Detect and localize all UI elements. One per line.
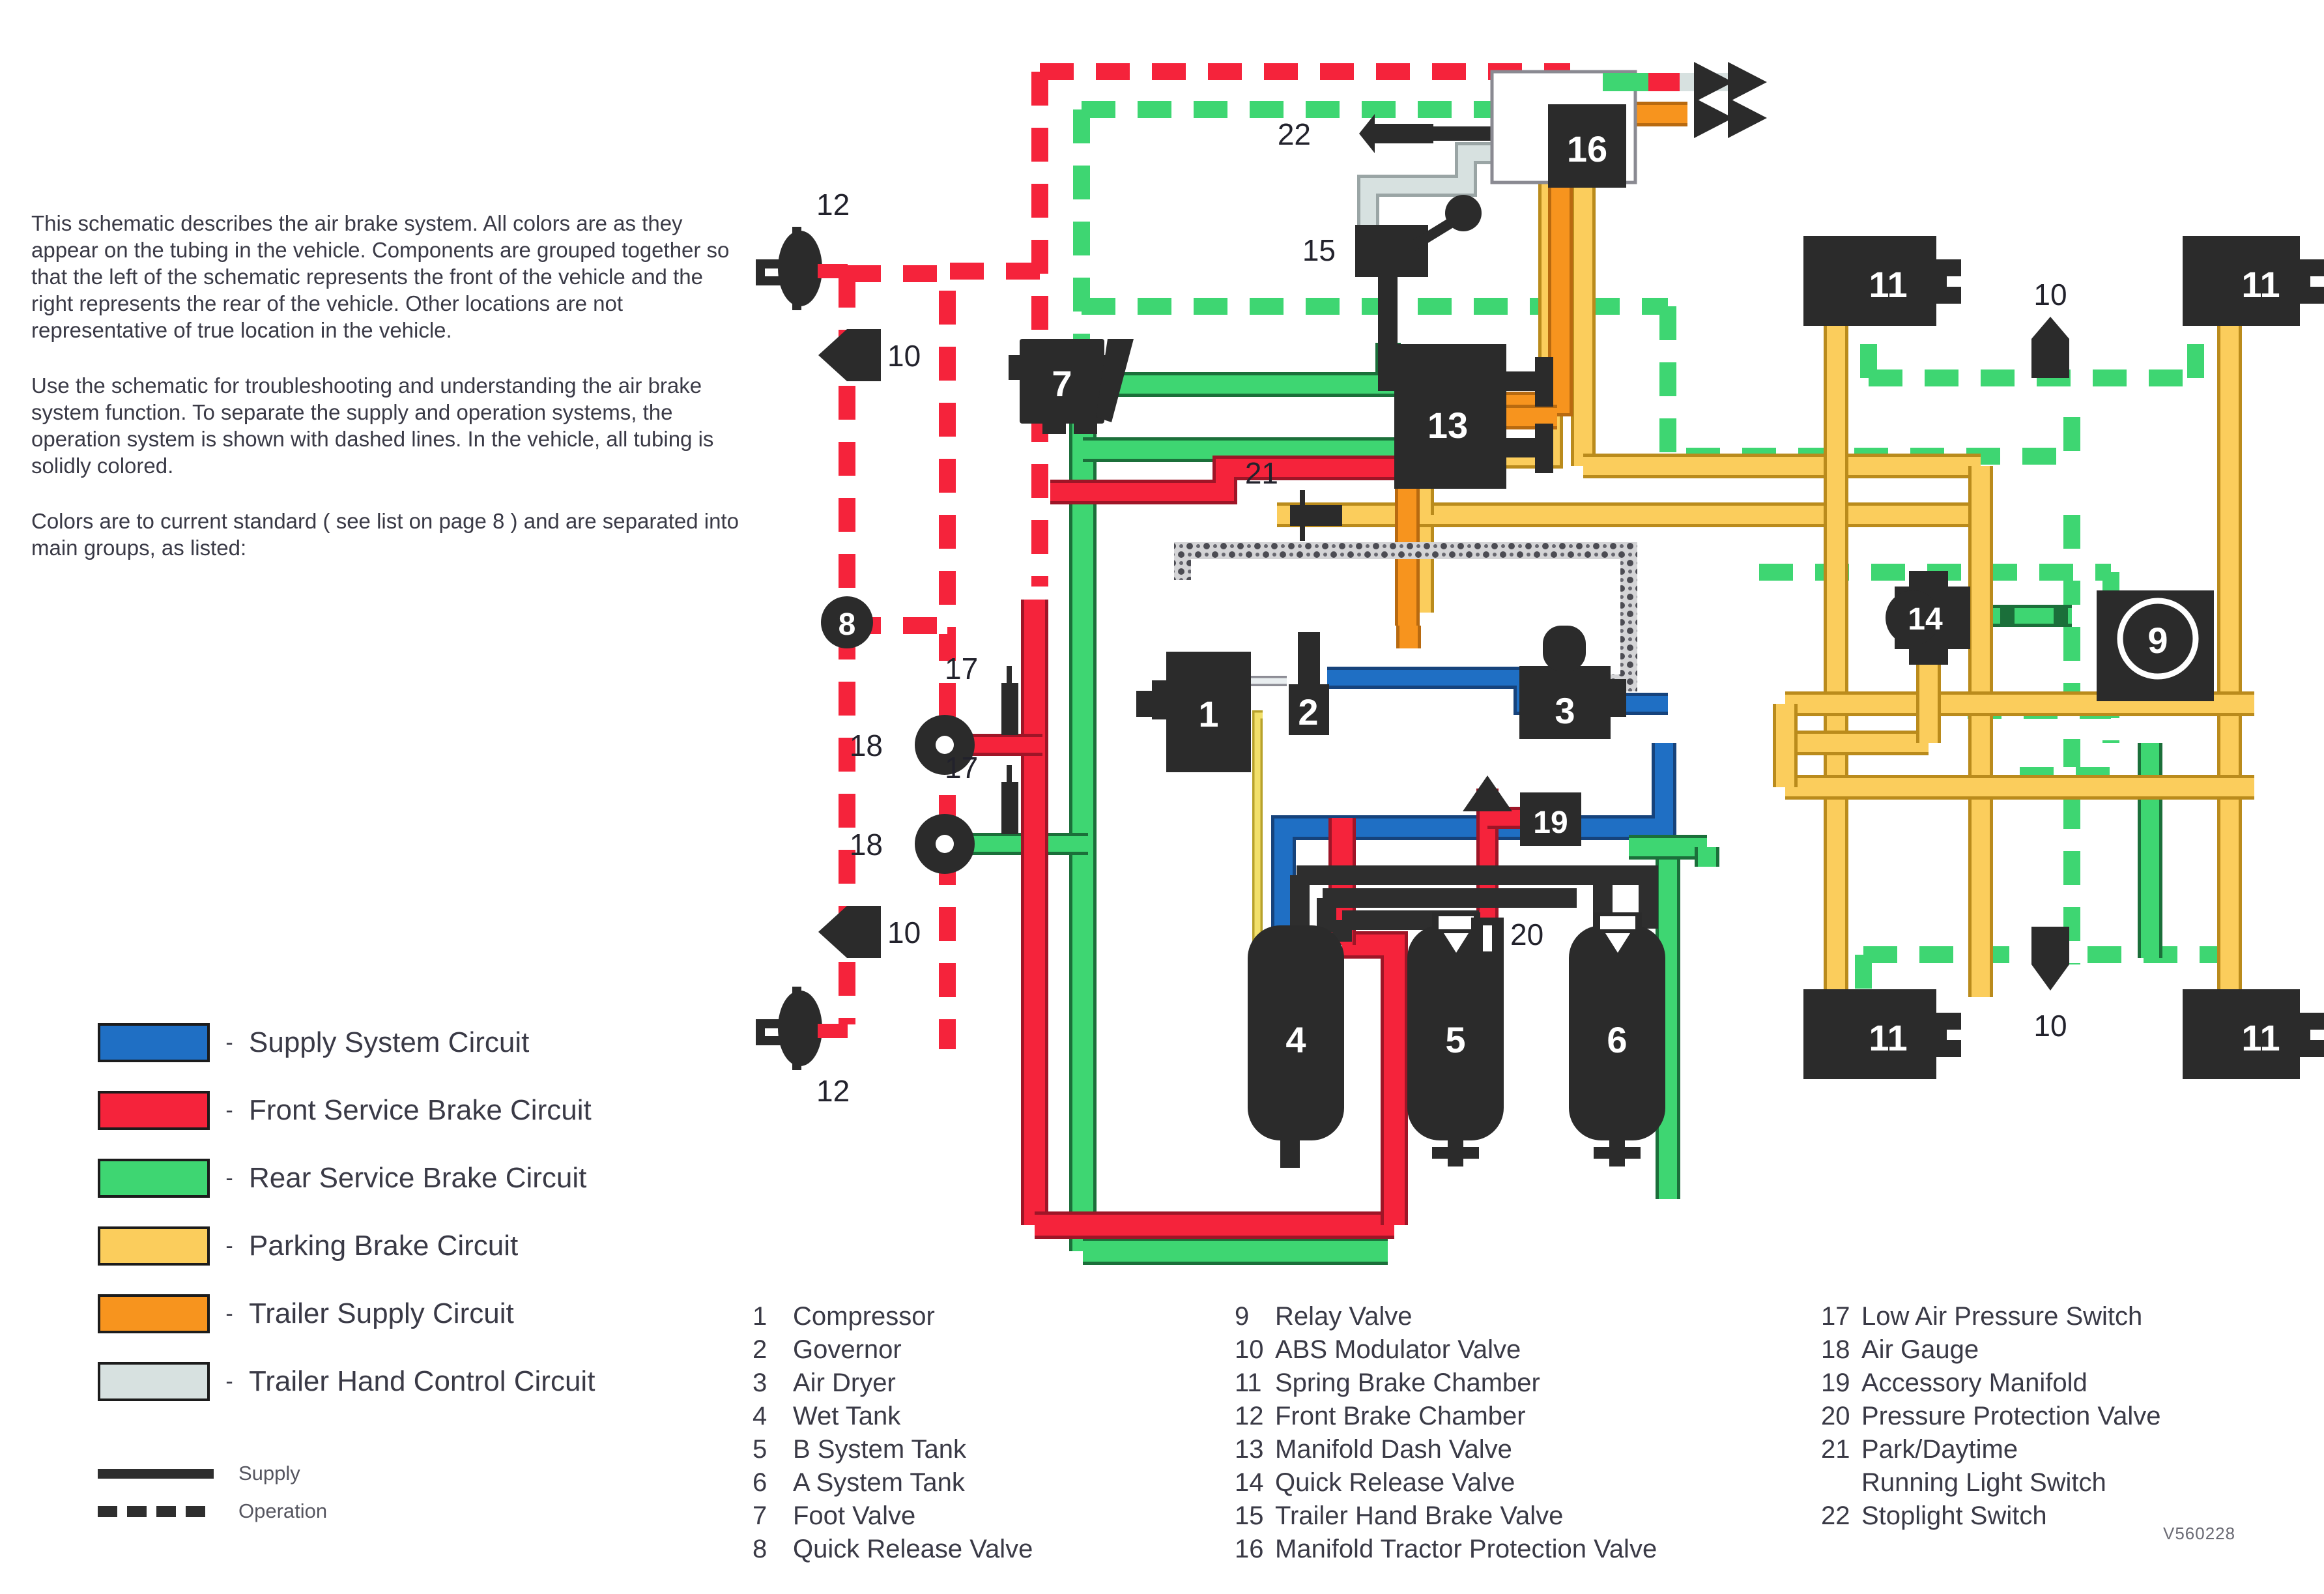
callout-11-bottom-left: 11 — [1869, 1017, 1907, 1058]
component-22-stoplight-switch[interactable]: 22 — [1278, 114, 1433, 153]
component-7-foot-valve[interactable]: 7 — [1009, 339, 1134, 434]
component-11-spring-brake-chamber-bottom-right[interactable]: 11 — [2183, 989, 2324, 1079]
callout-10-rear-lower: 10 — [2033, 1009, 2067, 1043]
callout-1: 1 — [1198, 693, 1218, 734]
callout-14: 14 — [1908, 602, 1943, 637]
callout-10-front-upper: 10 — [887, 339, 921, 373]
component-5-b-system-tank[interactable]: 5 — [1407, 925, 1504, 1167]
component-11-spring-brake-chamber-bottom-left[interactable]: 11 — [1803, 989, 1961, 1079]
schematic-page: This schematic describes the air brake s… — [0, 0, 2324, 1594]
callout-17-lower: 17 — [945, 751, 978, 785]
component-1-compressor[interactable]: 1 — [1136, 652, 1251, 772]
callout-17-upper: 17 — [945, 652, 978, 686]
callout-18-lower: 18 — [850, 828, 883, 862]
callout-10-front-lower: 10 — [887, 916, 921, 949]
callout-10-rear-upper: 10 — [2033, 278, 2067, 312]
callout-16: 16 — [1567, 128, 1607, 169]
callout-8: 8 — [839, 607, 856, 642]
component-10-abs-modulator-front-upper[interactable]: 10 — [818, 329, 921, 381]
callout-18-upper: 18 — [850, 729, 883, 762]
component-10-abs-modulator-rear-upper[interactable]: 10 — [2031, 278, 2069, 378]
callout-11-top-left: 11 — [1869, 264, 1907, 305]
component-12-front-brake-chamber-bottom[interactable]: 12 — [756, 987, 850, 1108]
callout-3: 3 — [1555, 690, 1575, 731]
callout-4: 4 — [1285, 1019, 1306, 1060]
callout-2: 2 — [1298, 691, 1318, 732]
component-8-quick-release-valve[interactable]: 8 — [821, 596, 873, 648]
callout-5: 5 — [1445, 1019, 1465, 1060]
air-brake-schematic-drawing: 12 10 8 10 12 17 18 17 18 7 22 15 16 13 … — [756, 62, 2324, 1265]
component-9-relay-valve[interactable]: 9 — [2097, 590, 2214, 701]
component-15-trailer-hand-brake-valve[interactable]: 15 — [1302, 195, 1482, 277]
component-2-governor[interactable]: 2 — [1289, 632, 1329, 735]
component-11-spring-brake-chamber-top-left[interactable]: 11 — [1803, 236, 1961, 326]
component-3-air-dryer[interactable]: 3 — [1519, 626, 1626, 739]
component-6-a-system-tank[interactable]: 6 — [1569, 925, 1665, 1167]
component-14-quick-release-valve[interactable]: 14 — [1886, 571, 1970, 665]
component-11-spring-brake-chamber-top-right[interactable]: 11 — [2183, 236, 2324, 326]
callout-6: 6 — [1607, 1019, 1627, 1060]
callout-15: 15 — [1302, 233, 1336, 267]
component-12-front-brake-chamber-top[interactable]: 12 — [756, 188, 850, 310]
component-4-wet-tank[interactable]: 4 — [1248, 925, 1344, 1168]
callout-20: 20 — [1510, 918, 1543, 951]
component-18-air-gauge-lower[interactable]: 18 — [850, 814, 975, 874]
callout-11-bottom-right: 11 — [2241, 1017, 2280, 1058]
callout-13: 13 — [1427, 405, 1468, 446]
component-20-pressure-protection-valve[interactable]: 20 — [1471, 918, 1543, 958]
callout-19: 19 — [1533, 805, 1568, 840]
callout-9: 9 — [2147, 620, 2168, 661]
callout-21: 21 — [1245, 456, 1278, 490]
callout-12-bottom: 12 — [816, 1074, 850, 1108]
component-10-abs-modulator-rear-lower[interactable]: 10 — [2031, 927, 2069, 1043]
callout-22: 22 — [1278, 117, 1311, 151]
callout-7: 7 — [1052, 363, 1072, 404]
component-10-abs-modulator-front-lower[interactable]: 10 — [818, 906, 921, 958]
callout-12-top: 12 — [816, 188, 850, 222]
callout-11-top-right: 11 — [2241, 264, 2280, 305]
